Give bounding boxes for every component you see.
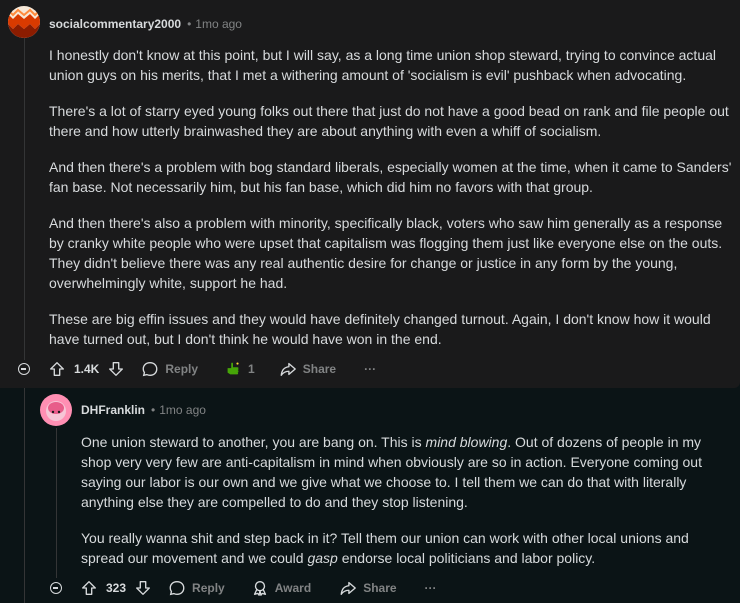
award-hand-icon [224, 360, 242, 378]
share-icon [339, 579, 357, 597]
paragraph: One union steward to another, you are ba… [81, 432, 721, 512]
award-button[interactable]: Award [251, 579, 311, 597]
share-button[interactable]: Share [279, 360, 336, 378]
reply-label: Reply [165, 362, 199, 376]
reply-button[interactable]: Reply [168, 579, 225, 597]
reply-label: Reply [192, 581, 225, 595]
share-label: Share [302, 362, 337, 376]
share-button[interactable]: Share [339, 579, 397, 597]
paragraph: You really wanna shit and step back in i… [81, 528, 721, 568]
thread-line[interactable] [24, 38, 25, 360]
score: 323 [106, 581, 127, 595]
timestamp[interactable]: 1mo ago [159, 403, 206, 417]
thread-line[interactable] [24, 388, 25, 603]
downvote-icon[interactable] [134, 579, 152, 597]
collapse-icon[interactable] [18, 363, 30, 375]
more-options-icon[interactable]: ··· [425, 581, 437, 595]
comment-bubble-icon [168, 579, 186, 597]
paragraph: These are big effin issues and they woul… [49, 311, 711, 347]
award-count: 1 [248, 362, 255, 376]
upvote-icon[interactable] [80, 579, 98, 597]
award-icon [251, 579, 269, 597]
avatar[interactable] [40, 394, 72, 426]
username[interactable]: DHFranklin [81, 403, 145, 417]
share-icon [279, 360, 297, 378]
separator: • [187, 17, 192, 31]
paragraph: And then there's also a problem with min… [49, 215, 723, 291]
emphasis: gasp [307, 550, 338, 566]
separator: • [151, 403, 156, 417]
timestamp[interactable]: 1mo ago [195, 17, 242, 31]
paragraph: There's a lot of starry eyed young folks… [49, 103, 729, 139]
comment-meta: socialcommentary2000 • 1mo ago [49, 17, 242, 31]
text-run: endorse local politicians and labor poli… [337, 550, 596, 566]
score: 1.4K [74, 362, 100, 376]
comment-meta: DHFranklin • 1mo ago [81, 403, 206, 417]
username[interactable]: socialcommentary2000 [49, 17, 181, 31]
text-run: One union steward to another, you are ba… [81, 434, 426, 450]
paragraph: I honestly don't know at this point, but… [49, 47, 716, 83]
paragraph: And then there's a problem with bog stan… [49, 159, 732, 195]
comment-body: One union steward to another, you are ba… [81, 432, 721, 584]
award-button[interactable]: 1 [224, 360, 255, 378]
collapse-icon[interactable] [50, 582, 62, 594]
comment-body: I honestly don't know at this point, but… [49, 45, 737, 365]
more-options-icon[interactable]: ··· [364, 362, 376, 376]
comment-bubble-icon [141, 360, 159, 378]
upvote-icon[interactable] [48, 360, 66, 378]
thread-line[interactable] [56, 428, 57, 578]
downvote-icon[interactable] [107, 360, 125, 378]
share-label: Share [363, 581, 397, 595]
reply-button[interactable]: Reply [141, 360, 198, 378]
avatar[interactable] [8, 6, 40, 38]
emphasis: mind blowing [425, 434, 508, 450]
comment-actions: 1.4K Reply 1 Share ··· [18, 359, 376, 379]
comment-actions: 323 Reply Award Share ··· [50, 578, 437, 598]
award-label: Award [274, 581, 312, 595]
